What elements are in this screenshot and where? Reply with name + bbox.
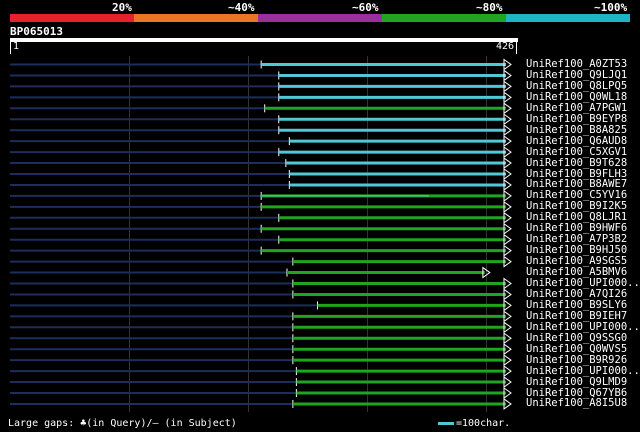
hit-label[interactable]: UniRef100_Q9LMD9 — [526, 376, 627, 388]
scale-legend-text: =100char. — [456, 418, 511, 429]
hit-label[interactable]: UniRef100_Q6AUD8 — [526, 135, 627, 147]
scale-legend: =100char. — [438, 418, 510, 429]
hit-label[interactable]: UniRef100_B9R926 — [526, 354, 627, 366]
large-gaps-legend: Large gaps: ♣(in Query)/— (in Subject) — [8, 418, 237, 429]
hit-label[interactable]: UniRef100_UPI000.. — [526, 365, 640, 377]
scale-swatch — [438, 421, 454, 425]
hit-label[interactable]: UniRef100_B9T628 — [526, 157, 627, 169]
hit-label[interactable]: UniRef100_A8I5U8 — [526, 398, 627, 409]
hit-label[interactable]: UniRef100_C5XGV1 — [526, 146, 627, 158]
